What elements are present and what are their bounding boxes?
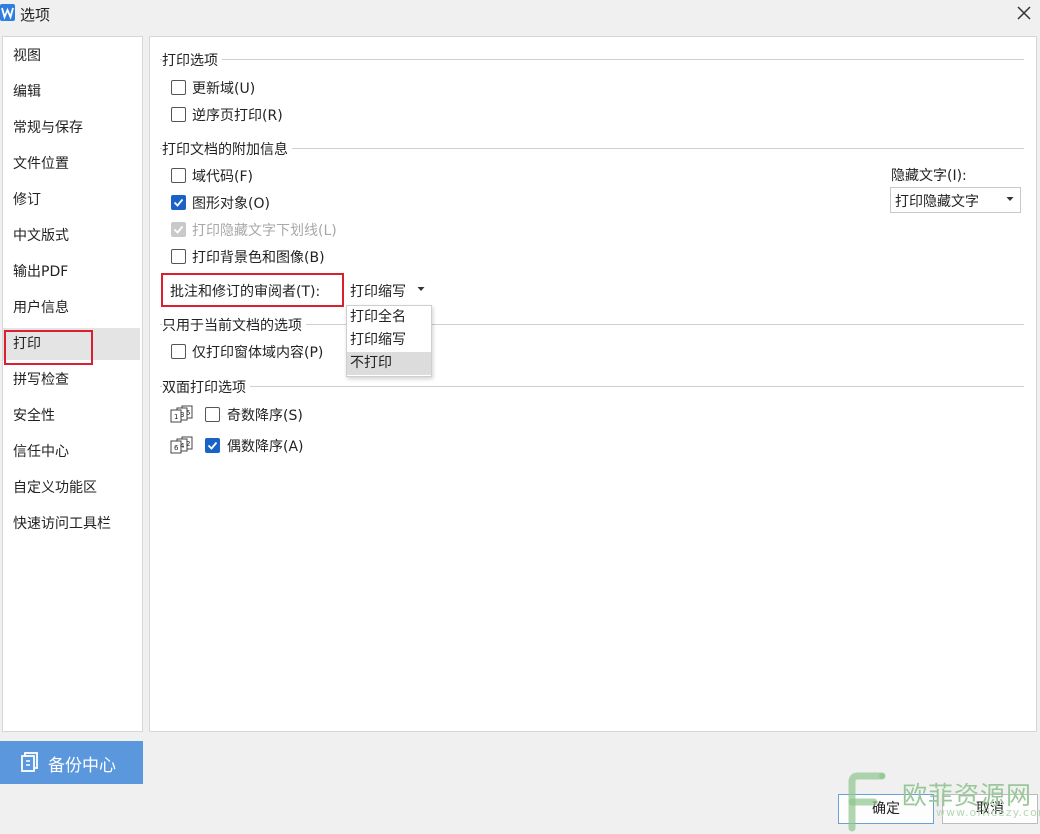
hidden-text-dropdown[interactable]: 打印隐藏文字 — [890, 187, 1021, 213]
backup-center-button[interactable]: 备份中心 — [0, 741, 143, 784]
sidebar-item-chinese-layout[interactable]: 中文版式 — [3, 220, 140, 252]
sidebar-item-customize-ribbon[interactable]: 自定义功能区 — [3, 472, 140, 504]
section-title-duplex: 双面打印选项 — [162, 377, 250, 397]
reverse-order-checkbox[interactable] — [171, 107, 186, 122]
backup-icon — [21, 752, 38, 772]
sidebar-item-edit[interactable]: 编辑 — [3, 76, 140, 108]
section-divider — [160, 59, 1024, 60]
chevron-down-icon — [417, 287, 425, 291]
reviewer-label: 批注和修订的审阅者(T): — [170, 284, 321, 300]
odd-descending-label: 奇数降序(S) — [227, 408, 303, 424]
close-icon[interactable] — [1012, 2, 1036, 24]
sidebar-item-quick-access[interactable]: 快速访问工具栏 — [3, 508, 140, 540]
svg-text:3: 3 — [180, 411, 184, 419]
odd-descending-checkbox[interactable] — [205, 407, 220, 422]
field-codes-checkbox[interactable] — [171, 168, 186, 183]
even-descending-label: 偶数降序(A) — [227, 439, 304, 455]
reviewer-value: 打印缩写 — [350, 284, 406, 300]
chevron-down-icon — [1006, 197, 1014, 201]
sidebar-item-revisions[interactable]: 修订 — [3, 184, 140, 216]
sidebar-item-view[interactable]: 视图 — [3, 40, 140, 72]
reverse-order-label: 逆序页打印(R) — [192, 108, 283, 124]
drawing-objects-checkbox[interactable] — [171, 195, 186, 210]
reviewer-option-full-name[interactable]: 打印全名 — [347, 306, 431, 329]
reviewer-option-no-print[interactable]: 不打印 — [347, 352, 431, 375]
section-title-current-doc: 只用于当前文档的选项 — [162, 315, 306, 335]
sidebar-item-user-info[interactable]: 用户信息 — [3, 292, 140, 324]
sidebar-item-trust-center[interactable]: 信任中心 — [3, 436, 140, 468]
hidden-text-value: 打印隐藏文字 — [895, 194, 979, 210]
update-fields-label: 更新域(U) — [192, 81, 256, 97]
backup-center-label: 备份中心 — [48, 756, 116, 776]
svg-text:6: 6 — [174, 444, 179, 452]
watermark-logo — [838, 770, 898, 832]
sidebar-item-spelling[interactable]: 拼写检查 — [3, 364, 140, 396]
sidebar-item-security[interactable]: 安全性 — [3, 400, 140, 432]
svg-text:2: 2 — [186, 440, 190, 448]
highlight-box-print — [4, 330, 93, 365]
svg-text:5: 5 — [186, 409, 190, 417]
sidebar-item-export-pdf[interactable]: 输出PDF — [3, 256, 140, 288]
section-title-print-options: 打印选项 — [162, 50, 222, 70]
svg-text:1: 1 — [174, 413, 178, 421]
options-sidebar: 视图 编辑 常规与保存 文件位置 修订 中文版式 输出PDF 用户信息 打印 拼… — [2, 36, 143, 732]
reviewer-option-initials[interactable]: 打印缩写 — [347, 329, 431, 352]
form-data-only-label: 仅打印窗体域内容(P) — [192, 345, 324, 361]
even-descending-checkbox[interactable] — [205, 438, 220, 453]
hidden-text-label: 隐藏文字(I): — [891, 168, 967, 184]
window-title: 选项 — [20, 6, 51, 24]
print-background-checkbox[interactable] — [171, 249, 186, 264]
odd-pages-icon: 1 3 5 — [170, 405, 200, 423]
sidebar-item-file-locations[interactable]: 文件位置 — [3, 148, 140, 180]
section-divider — [160, 386, 1024, 387]
checkmark-icon — [173, 225, 184, 234]
reviewer-dropdown-menu: 打印全名 打印缩写 不打印 — [346, 305, 432, 377]
field-codes-label: 域代码(F) — [192, 169, 253, 185]
watermark-url: www.officezy.com — [936, 806, 1040, 819]
form-data-only-checkbox[interactable] — [171, 344, 186, 359]
section-title-extra-info: 打印文档的附加信息 — [162, 139, 292, 159]
svg-text:4: 4 — [180, 442, 185, 450]
sidebar-item-general-save[interactable]: 常规与保存 — [3, 112, 140, 144]
print-background-label: 打印背景色和图像(B) — [192, 250, 325, 266]
hidden-underline-label: 打印隐藏文字下划线(L) — [192, 223, 337, 239]
hidden-underline-checkbox — [171, 222, 186, 237]
update-fields-checkbox[interactable] — [171, 80, 186, 95]
checkmark-icon — [207, 441, 218, 450]
drawing-objects-label: 图形对象(O) — [192, 196, 270, 212]
even-pages-icon: 6 4 2 — [170, 436, 200, 454]
wps-app-icon — [0, 4, 15, 21]
reviewer-dropdown[interactable]: 打印缩写 — [347, 279, 432, 303]
checkmark-icon — [173, 198, 184, 207]
